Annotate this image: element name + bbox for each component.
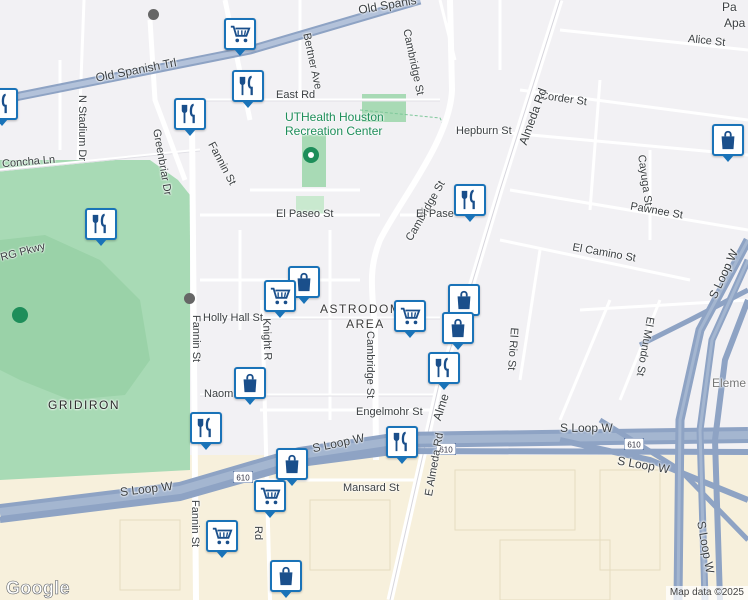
map-pin-restaurant[interactable] bbox=[428, 352, 460, 390]
map-pin-grocery[interactable] bbox=[206, 520, 238, 558]
shopping-cart-icon bbox=[400, 307, 421, 325]
map-pin-restaurant[interactable] bbox=[190, 412, 222, 450]
google-logo[interactable]: Google bbox=[6, 578, 70, 599]
highway-610-shield-east: 610 bbox=[624, 438, 644, 450]
shopping-cart-icon bbox=[260, 487, 281, 505]
apa-fragment-label: Apa bbox=[724, 16, 746, 30]
shopping-cart-icon bbox=[270, 287, 291, 305]
map-pin-grocery[interactable] bbox=[394, 300, 426, 338]
map-pin-shopping[interactable] bbox=[712, 124, 744, 162]
highway-610-shield-west: 610 bbox=[233, 471, 253, 483]
fork-knife-icon bbox=[461, 189, 475, 210]
naomi-label: Naom bbox=[204, 388, 234, 400]
map-pin-restaurant[interactable] bbox=[85, 208, 117, 246]
shopping-bag-icon bbox=[457, 290, 471, 310]
fannin-st-mid-label: Fannin St bbox=[190, 315, 202, 363]
map-pin-restaurant[interactable] bbox=[232, 70, 264, 108]
svg-text:610: 610 bbox=[627, 441, 641, 450]
map-pin-shopping[interactable] bbox=[270, 560, 302, 598]
mansard-st-label: Mansard St bbox=[343, 482, 400, 494]
fannin-st-south-label: Fannin St bbox=[189, 500, 201, 548]
industrial-area bbox=[0, 455, 748, 600]
map-pin-restaurant[interactable] bbox=[0, 88, 18, 126]
svg-text:610: 610 bbox=[236, 474, 250, 483]
fork-knife-icon bbox=[197, 417, 211, 438]
shopping-bag-icon bbox=[285, 454, 299, 474]
holly-hall-st-label: Holly Hall St bbox=[203, 312, 263, 324]
map-pin-grocery[interactable] bbox=[264, 280, 296, 318]
n-stadium-dr-label: N Stadium Dr bbox=[76, 95, 88, 162]
map-pin-restaurant[interactable] bbox=[386, 426, 418, 464]
fork-knife-icon bbox=[92, 213, 106, 234]
shopping-bag-icon bbox=[297, 272, 311, 292]
map-pin-shopping[interactable] bbox=[276, 448, 308, 486]
place-of-worship-icon-2[interactable] bbox=[184, 293, 195, 304]
el-paseo-east-label: El Pase bbox=[416, 208, 454, 220]
map-pin-shopping[interactable] bbox=[234, 367, 266, 405]
fork-knife-icon bbox=[393, 431, 407, 452]
shopping-bag-icon bbox=[243, 373, 257, 393]
elem-fragment-label: Eleme bbox=[712, 376, 747, 390]
fork-knife-icon bbox=[181, 103, 195, 124]
place-of-worship-icon[interactable] bbox=[148, 9, 159, 20]
pa-fragment-label: Pa bbox=[722, 0, 737, 14]
fork-knife-icon bbox=[435, 357, 449, 378]
knight-rd-label: Knight R bbox=[260, 318, 274, 361]
cambridge-st-south-label: Cambridge St bbox=[364, 331, 376, 399]
gridiron-label: GRIDIRON bbox=[48, 398, 120, 412]
shopping-bag-icon bbox=[451, 318, 465, 338]
shopping-cart-icon bbox=[212, 527, 233, 545]
east-rd-label: East Rd bbox=[276, 89, 316, 101]
shopping-bag-icon bbox=[279, 566, 293, 586]
map-pin-grocery[interactable] bbox=[254, 480, 286, 518]
uthealth-label[interactable]: UTHealth Houston Recreation Center bbox=[285, 110, 384, 138]
shopping-bag-icon bbox=[721, 130, 735, 150]
fork-knife-icon bbox=[239, 75, 253, 96]
el-paseo-st-label: El Paseo St bbox=[276, 208, 334, 220]
map-pin-grocery[interactable] bbox=[224, 18, 256, 56]
recreation-center-dot-icon bbox=[308, 152, 314, 158]
map-pin-shopping[interactable] bbox=[442, 312, 474, 350]
rd-fragment-label: Rd bbox=[252, 526, 264, 541]
s-loop-w-right-label: S Loop W bbox=[560, 421, 613, 435]
park-amenity-icon[interactable] bbox=[12, 307, 28, 323]
map-base-layer bbox=[0, 0, 748, 600]
fork-knife-icon bbox=[1, 93, 7, 114]
map-attribution[interactable]: Map data ©2025 bbox=[665, 586, 748, 600]
shopping-cart-icon bbox=[230, 25, 251, 43]
engelmohr-st-label: Engelmohr St bbox=[356, 406, 423, 418]
recreation-center-marker[interactable] bbox=[303, 147, 319, 163]
map-pin-restaurant[interactable] bbox=[174, 98, 206, 136]
map-pin-restaurant[interactable] bbox=[454, 184, 486, 222]
map-canvas[interactable]: 610 610 610 Old Spanish Trl Old Spanis C… bbox=[0, 0, 748, 600]
hepburn-st-label: Hepburn St bbox=[456, 125, 512, 137]
